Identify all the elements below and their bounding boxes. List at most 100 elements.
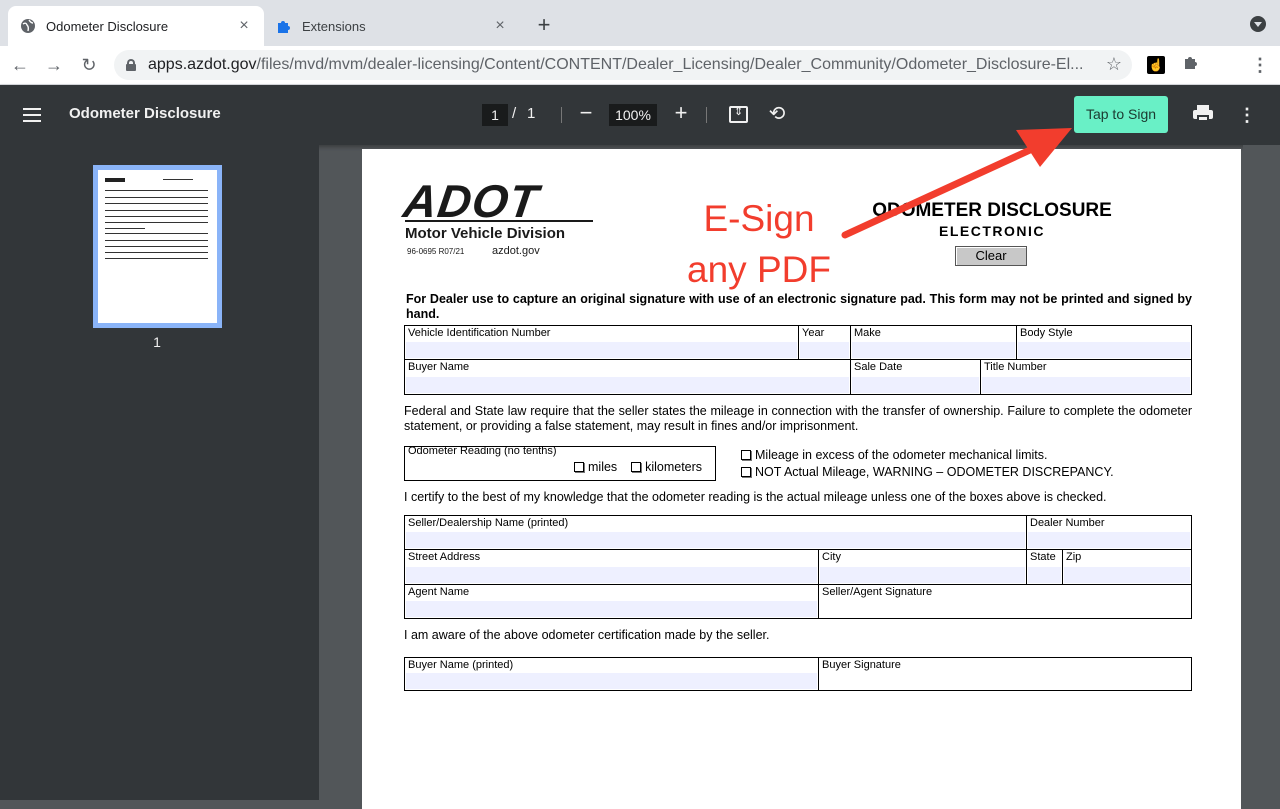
puzzle-icon [276, 18, 292, 34]
zoom-out-button[interactable]: − [577, 101, 595, 125]
pdf-toolbar: Odometer Disclosure 1 / 1 − 100% + ⟲ Tap… [0, 85, 1280, 145]
certify-text: I certify to the best of my knowledge th… [404, 490, 1107, 504]
page-number-input[interactable]: 1 [482, 104, 508, 126]
tab-odometer-disclosure[interactable]: Odometer Disclosure × [8, 6, 264, 46]
field-label: Dealer Number [1030, 517, 1105, 529]
street-address-field[interactable]: Street Address [405, 550, 819, 585]
field-label: Buyer Name [408, 361, 470, 373]
seller-signature-field[interactable]: Seller/Agent Signature [819, 585, 1191, 618]
seller-name-field[interactable]: Seller/Dealership Name (printed) [405, 516, 1027, 550]
zoom-in-button[interactable]: + [672, 101, 690, 125]
vehicle-info-box: Vehicle Identification Number Year Make … [404, 325, 1192, 395]
dealer-number-field[interactable]: Dealer Number [1027, 516, 1191, 550]
browser-toolbar: ← → ↻ apps.azdot.gov/files/mvd/mvm/deale… [0, 46, 1280, 85]
body-style-field[interactable]: Body Style [1017, 326, 1191, 360]
bookmark-star-icon[interactable]: ☆ [1106, 54, 1122, 75]
url-path: /files/mvd/mvm/dealer-licensing/Content/… [256, 56, 1084, 73]
kilometers-label: kilometers [645, 460, 703, 474]
state-field[interactable]: State [1027, 550, 1063, 585]
buyer-printed-name-field[interactable]: Buyer Name (printed) [405, 658, 819, 690]
zip-field[interactable]: Zip [1063, 550, 1191, 585]
menu-icon[interactable] [23, 108, 41, 122]
year-field[interactable]: Year [799, 326, 851, 360]
print-icon[interactable] [1193, 105, 1213, 123]
not-actual-mileage-checkbox[interactable] [741, 467, 751, 477]
lock-icon[interactable] [126, 59, 136, 71]
field-label: Sale Date [854, 361, 903, 373]
clear-button[interactable]: Clear [955, 246, 1027, 266]
website: azdot.gov [492, 245, 540, 257]
page-total: 1 [527, 105, 536, 122]
page-thumbnail[interactable] [93, 165, 222, 328]
pdf-title: Odometer Disclosure [69, 105, 221, 122]
extensions-puzzle-icon[interactable] [1181, 54, 1201, 74]
tap-to-sign-button[interactable]: Tap to Sign [1074, 96, 1168, 133]
form-title: ODOMETER DISCLOSURE [872, 200, 1112, 221]
tab-title: Odometer Disclosure [46, 18, 169, 34]
new-tab-button[interactable]: + [532, 14, 556, 38]
reload-icon[interactable]: ↻ [78, 54, 100, 76]
zoom-level-input[interactable]: 100% [609, 104, 657, 126]
excess-mileage-checkbox[interactable] [741, 450, 751, 460]
miles-checkbox[interactable] [574, 462, 584, 472]
field-label: City [822, 551, 841, 563]
url-host: apps.azdot.gov [148, 56, 257, 73]
browser-menu-icon[interactable]: ⋮ [1250, 54, 1270, 76]
odometer-label: Odometer Reading (no tenths) [408, 445, 557, 457]
overlay-line-1: E-Sign [703, 198, 815, 239]
close-tab-icon[interactable]: × [492, 18, 508, 34]
close-tab-icon[interactable]: × [236, 18, 252, 34]
field-label: Body Style [1020, 327, 1073, 339]
thumbnail-sidebar: 1 [0, 145, 319, 800]
city-field[interactable]: City [819, 550, 1027, 585]
buyer-name-field[interactable]: Buyer Name [405, 360, 851, 394]
form-subtitle: ELECTRONIC [939, 223, 1045, 239]
buyer-signature-field[interactable]: Buyer Signature [819, 658, 1191, 690]
fit-page-icon[interactable] [729, 105, 748, 123]
field-label: Buyer Name (printed) [408, 659, 514, 671]
field-label: Seller/Agent Signature [822, 586, 933, 598]
aware-text: I am aware of the above odometer certifi… [404, 628, 770, 642]
sale-date-field[interactable]: Sale Date [851, 360, 981, 394]
field-label: Zip [1066, 551, 1082, 563]
kilometers-checkbox[interactable] [631, 462, 642, 472]
adot-logo: ADOT [400, 175, 542, 227]
divider [706, 107, 707, 123]
intro-text: For Dealer use to capture an original si… [406, 292, 1192, 321]
field-label: Street Address [408, 551, 481, 563]
make-field[interactable]: Make [851, 326, 1017, 360]
miles-label: miles [588, 460, 618, 474]
excess-mileage-label: Mileage in excess of the odometer mechan… [755, 448, 1048, 462]
field-label: Agent Name [408, 586, 470, 598]
field-label: Year [802, 327, 825, 339]
tab-strip: Odometer Disclosure × Extensions × + [0, 0, 1280, 46]
not-actual-mileage-label: NOT Actual Mileage, WARNING – ODOMETER D… [755, 465, 1114, 479]
scrollbar[interactable] [1243, 145, 1280, 800]
extension-hand-icon[interactable]: ☝ [1147, 56, 1165, 74]
tab-extensions[interactable]: Extensions × [264, 6, 520, 46]
agent-name-field[interactable]: Agent Name [405, 585, 819, 618]
logo-underline [405, 220, 593, 222]
thumbnail-page-number: 1 [153, 334, 161, 350]
divider [561, 107, 562, 123]
division-name: Motor Vehicle Division [405, 225, 566, 242]
page-separator: / [512, 105, 517, 122]
buyer-info-box: Buyer Name (printed) Buyer Signature [404, 657, 1192, 691]
globe-icon [20, 18, 36, 34]
rotate-icon[interactable]: ⟲ [766, 103, 788, 125]
field-label: Seller/Dealership Name (printed) [408, 517, 569, 529]
field-label: State [1030, 551, 1056, 563]
address-bar[interactable]: apps.azdot.gov/files/mvd/mvm/dealer-lice… [114, 50, 1132, 80]
back-icon[interactable]: ← [9, 54, 31, 76]
vin-field[interactable]: Vehicle Identification Number [405, 326, 799, 360]
title-number-field[interactable]: Title Number [981, 360, 1191, 394]
more-actions-icon[interactable]: ⋮ [1237, 104, 1257, 126]
field-label: Vehicle Identification Number [408, 327, 551, 339]
tab-title: Extensions [302, 18, 366, 34]
seller-info-box: Seller/Dealership Name (printed) Dealer … [404, 515, 1192, 619]
field-label: Title Number [984, 361, 1047, 373]
tab-search-icon[interactable] [1250, 16, 1266, 32]
odometer-units: miles kilometers [574, 460, 702, 474]
forward-icon[interactable]: → [43, 54, 65, 76]
field-label: Buyer Signature [822, 659, 901, 671]
